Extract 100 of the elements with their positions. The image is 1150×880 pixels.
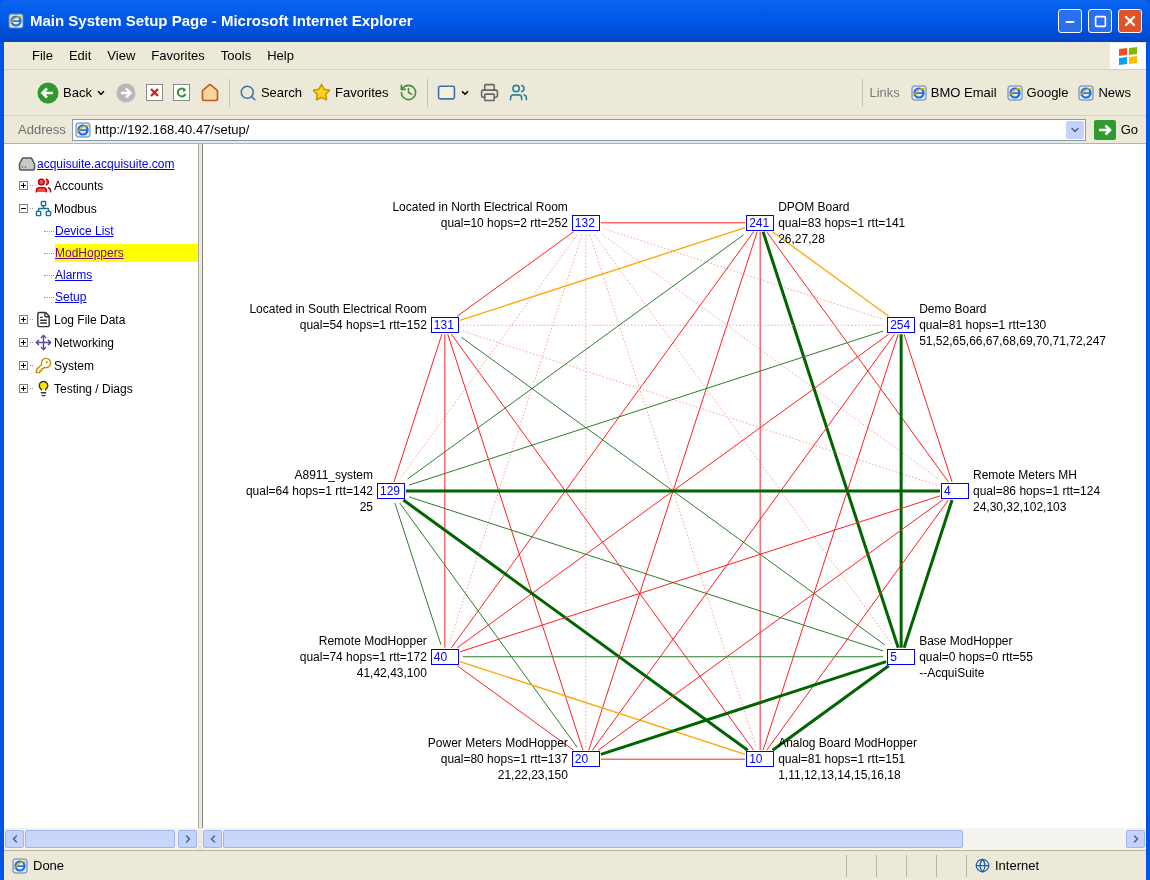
history-icon: [398, 83, 418, 102]
page-icon: [910, 84, 927, 101]
page-icon: [1078, 84, 1095, 101]
go-button[interactable]: Go: [1091, 119, 1140, 140]
tree-item[interactable]: Log File Data: [54, 310, 126, 329]
menu-item[interactable]: View: [101, 45, 142, 66]
page-icon: [1006, 84, 1023, 101]
menu-item[interactable]: File: [26, 45, 59, 66]
node-stats: qual=86 hops=1 rtt=124: [973, 483, 1101, 499]
expand-toggle-icon[interactable]: [19, 338, 28, 347]
key-icon: [35, 357, 52, 374]
page-icon: [12, 857, 28, 874]
link-button[interactable]: BMO Email: [905, 82, 1002, 103]
node-box[interactable]: 5: [887, 648, 916, 665]
expand-toggle-icon[interactable]: [19, 315, 28, 324]
node-stats: qual=54 hops=1 rtt=152: [299, 317, 427, 334]
maximize-button[interactable]: [1088, 9, 1112, 33]
star-icon: [312, 83, 332, 102]
scroll-left-button[interactable]: [203, 830, 222, 848]
node-box[interactable]: 40: [430, 648, 459, 665]
toolbar-button[interactable]: Favorites: [307, 77, 394, 108]
menu-item[interactable]: Tools: [214, 45, 258, 66]
expand-toggle-icon[interactable]: [19, 181, 28, 190]
node-stats: qual=0 hops=0 rtt=55: [919, 648, 1033, 665]
node-addresses: 24,30,32,102,103: [973, 499, 1067, 515]
dropdown-button[interactable]: [1065, 120, 1084, 139]
zone-text: Internet: [995, 856, 1040, 875]
search-icon: [238, 83, 257, 102]
node-box[interactable]: 132: [571, 214, 600, 231]
node-addresses: 51,52,65,66,67,68,69,70,71,72,247: [919, 333, 1106, 350]
expand-toggle-icon[interactable]: [19, 361, 28, 370]
minimize-button[interactable]: [1058, 9, 1082, 33]
address-label: Address: [18, 120, 66, 139]
node-box[interactable]: 20: [571, 751, 600, 768]
refresh-icon: [172, 84, 190, 101]
node-stats: qual=10 hops=2 rtt=252: [440, 214, 568, 231]
arrows-icon: [35, 334, 52, 351]
link-button[interactable]: Google: [1001, 82, 1074, 103]
scroll-left-button[interactable]: [5, 830, 24, 848]
scroll-thumb[interactable]: [25, 830, 175, 848]
horizontal-scrollbar[interactable]: [202, 828, 1146, 850]
network-icon: [35, 200, 52, 217]
tree-root-link[interactable]: acquisuite.acquisuite.com: [37, 155, 175, 173]
server-icon: [18, 155, 36, 173]
node-stats: qual=64 hops=1 rtt=142: [245, 483, 373, 499]
scroll-thumb[interactable]: [223, 830, 963, 848]
menu-item[interactable]: Help: [261, 45, 300, 66]
node-stats: qual=80 hops=1 rtt=137: [440, 751, 568, 768]
node-addresses: 1,11,12,13,14,15,16,18: [778, 767, 901, 784]
window-title: Main System Setup Page - Microsoft Internet Explorer: [30, 10, 414, 31]
expand-toggle-icon[interactable]: [19, 384, 28, 393]
node-box[interactable]: 254: [887, 317, 916, 334]
node-name: Base ModHopper: [919, 632, 1013, 649]
tree-link[interactable]: Alarms: [55, 266, 198, 284]
node-box[interactable]: 129: [377, 483, 405, 499]
tree-link[interactable]: ModHoppers: [55, 244, 198, 262]
people-icon: [508, 83, 528, 102]
home-icon: [199, 82, 220, 103]
tree-link[interactable]: Device List: [55, 222, 198, 240]
node-box[interactable]: 4: [941, 483, 969, 499]
document-icon: [35, 311, 52, 328]
tree-item[interactable]: Testing / Diags: [54, 379, 133, 398]
tree-item[interactable]: Networking: [54, 333, 115, 352]
node-box[interactable]: 241: [746, 214, 775, 231]
menu-item[interactable]: Favorites: [145, 45, 211, 66]
node-stats: qual=83 hops=1 rtt=141: [778, 214, 906, 231]
address-field[interactable]: http://192.168.40.47/setup/: [71, 118, 1086, 141]
node-name: DPOM Board: [778, 198, 850, 215]
node-addresses: 25: [359, 499, 373, 515]
toolbar-button[interactable]: Back: [32, 77, 111, 108]
tree-item[interactable]: Accounts: [54, 176, 104, 195]
scroll-right-button[interactable]: [178, 830, 197, 848]
windows-flag-icon: [1110, 42, 1146, 69]
browser-icon: [8, 13, 24, 29]
node-stats: qual=81 hops=1 rtt=130: [919, 317, 1047, 334]
node-addresses: --AcquiSuite: [919, 664, 985, 681]
node-name: A8911_system: [294, 467, 373, 483]
node-stats: qual=81 hops=1 rtt=151: [778, 751, 906, 768]
link-button[interactable]: News: [1073, 82, 1136, 103]
sidebar-scrollbar[interactable]: [4, 828, 198, 850]
node-name: Located in North Electrical Room: [392, 198, 568, 215]
node-box[interactable]: 131: [430, 317, 459, 334]
node-name: Demo Board: [919, 301, 987, 318]
node-name: Power Meters ModHopper: [427, 735, 568, 752]
tree-link[interactable]: Setup: [55, 288, 198, 306]
tree-item[interactable]: System: [54, 356, 94, 375]
node-box[interactable]: 10: [746, 751, 775, 768]
maximize-icon: [1093, 14, 1107, 28]
collapse-toggle-icon[interactable]: [19, 204, 28, 213]
menu-item[interactable]: Edit: [62, 45, 98, 66]
node-name: Remote Meters MH: [973, 467, 1078, 483]
status-text: Done: [33, 856, 66, 875]
printer-icon: [479, 83, 499, 102]
toolbar-button[interactable]: Search: [233, 77, 308, 108]
close-icon: [1122, 13, 1138, 29]
close-button[interactable]: [1118, 9, 1142, 33]
page-icon: [74, 121, 91, 138]
scroll-right-button[interactable]: [1126, 830, 1145, 848]
node-name: Located in South Electrical Room: [249, 301, 427, 318]
tree-item[interactable]: Modbus: [54, 199, 97, 218]
